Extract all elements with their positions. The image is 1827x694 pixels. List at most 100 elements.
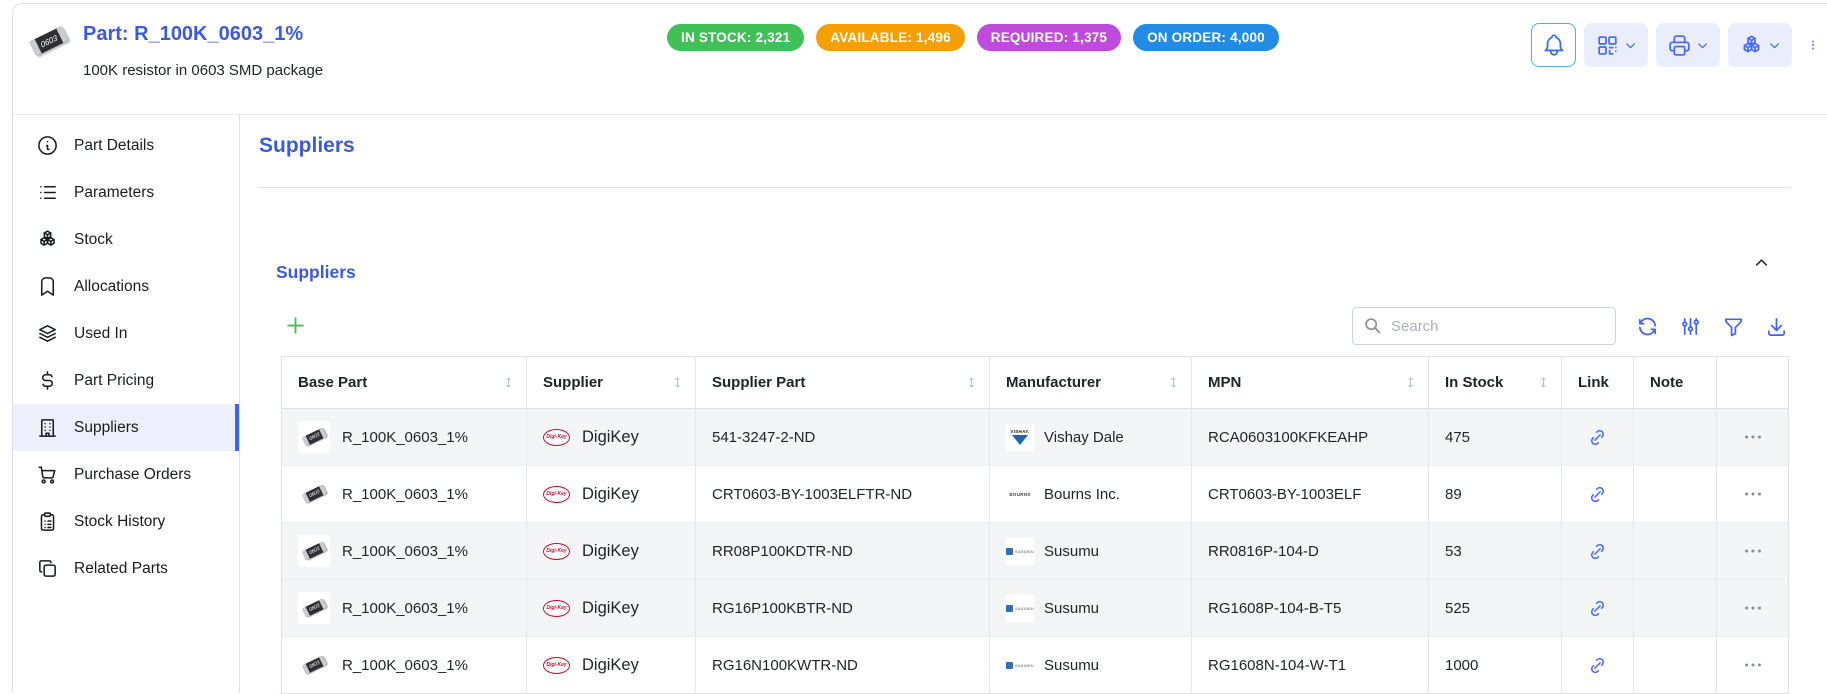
building-icon: [35, 416, 59, 439]
badge-on-order: ON ORDER: 4,000: [1133, 24, 1279, 51]
resistor-package-label: 0603: [308, 432, 320, 443]
column-header-in_stock[interactable]: In Stock: [1429, 357, 1562, 409]
row-actions-button[interactable]: [1736, 425, 1770, 449]
sidebar-item-part-pricing[interactable]: Part Pricing: [13, 357, 239, 404]
table-action-icons: [1636, 315, 1788, 338]
supplier-link[interactable]: [1581, 483, 1614, 506]
filter-button[interactable]: [1722, 315, 1745, 338]
digikey-logo: Digi-Key: [543, 486, 570, 503]
stock-actions-button[interactable]: [1728, 23, 1792, 67]
cell-mpn: RCA0603100KFKEAHP: [1192, 409, 1429, 466]
column-header-supplier_part[interactable]: Supplier Part: [696, 357, 990, 409]
column-header-supplier[interactable]: Supplier: [527, 357, 696, 409]
shopping-cart-icon: [35, 463, 59, 486]
part-thumbnail[interactable]: 0603: [298, 535, 330, 567]
download-button[interactable]: [1765, 315, 1788, 338]
sidebar-item-purchase-orders[interactable]: Purchase Orders: [13, 451, 239, 498]
sidebar-item-stock[interactable]: Stock: [13, 216, 239, 263]
sort-icon: [501, 375, 516, 390]
sort-icon: [1166, 375, 1181, 390]
manufacturer-name: Susumu: [1044, 600, 1099, 617]
cell-manufacturer: susumuSusumu: [990, 580, 1192, 637]
column-label: In Stock: [1445, 374, 1503, 391]
clipboard-list-icon: [35, 510, 59, 533]
qrcode-icon: [1595, 33, 1620, 58]
sidebar-item-parameters[interactable]: Parameters: [13, 169, 239, 216]
part-thumbnail[interactable]: 0603: [298, 592, 330, 624]
table-row[interactable]: 0603R_100K_0603_1%Digi-KeyDigiKeyRG16P10…: [282, 580, 1789, 637]
chevron-down-icon: [1623, 38, 1638, 53]
header-action-buttons: [1531, 23, 1826, 67]
column-header-actions: [1717, 357, 1789, 409]
cell-note: [1634, 580, 1717, 637]
cell-actions: [1717, 580, 1789, 637]
cell-mpn: RG1608P-104-B-T5: [1192, 580, 1429, 637]
supplier-link[interactable]: [1581, 597, 1614, 620]
row-actions-button[interactable]: [1736, 539, 1770, 563]
chevron-down-icon: [1695, 38, 1710, 53]
cell-note: [1634, 523, 1717, 580]
table-row[interactable]: 0603 R_100K_0603_1% Digi-Key DigiKey CRT0603…: [282, 466, 1789, 523]
column-header-base_part[interactable]: Base Part: [282, 357, 527, 409]
cell-in_stock: 89: [1429, 466, 1562, 523]
part-thumbnail[interactable]: 0603: [23, 15, 75, 67]
search-input[interactable]: [1352, 307, 1616, 345]
resistor-package-label: 0603: [308, 603, 320, 614]
toolbar-right-group: [1352, 307, 1788, 345]
column-header-manufacturer[interactable]: Manufacturer: [990, 357, 1192, 409]
sidebar-item-label: Allocations: [74, 278, 149, 296]
supplier-link[interactable]: [1581, 654, 1614, 677]
cell-in_stock: 525: [1429, 580, 1562, 637]
resistor-image: 0603: [301, 484, 326, 503]
cell-supplier_part: CRT0603-BY-1003ELFTR-ND: [696, 466, 990, 523]
column-settings-button[interactable]: [1679, 315, 1702, 338]
bookmark-icon: [35, 275, 59, 298]
plus-icon: [283, 313, 308, 338]
sidebar-item-used-in[interactable]: Used In: [13, 310, 239, 357]
column-header-link: Link: [1562, 357, 1634, 409]
more-actions-button[interactable]: [1800, 23, 1826, 67]
print-actions-button[interactable]: [1656, 23, 1720, 67]
sidebar-item-related-parts[interactable]: Related Parts: [13, 545, 239, 592]
refresh-button[interactable]: [1636, 315, 1659, 338]
table-row[interactable]: 0603R_100K_0603_1%Digi-KeyDigiKey541-324…: [282, 409, 1789, 466]
cell-supplier: Digi-KeyDigiKey: [527, 580, 696, 637]
table-row[interactable]: 0603R_100K_0603_1%Digi-KeyDigiKeyRG16N10…: [282, 637, 1789, 694]
copy-icon: [36, 557, 59, 580]
stack-icon: [36, 322, 59, 345]
cell-supplier: Digi-Key DigiKey: [527, 466, 696, 523]
sidebar-item-suppliers[interactable]: Suppliers: [13, 404, 239, 451]
row-actions-button[interactable]: [1736, 596, 1770, 620]
row-actions-button[interactable]: [1736, 653, 1770, 677]
part-thumbnail[interactable]: 0603: [298, 421, 330, 453]
base-part-name: R_100K_0603_1%: [342, 657, 468, 674]
cell-link: [1562, 523, 1634, 580]
part-thumbnail[interactable]: 0603: [298, 478, 330, 510]
supplier-link[interactable]: [1581, 426, 1614, 449]
notifications-button[interactable]: [1531, 23, 1576, 67]
inventree-part-page: 0603 Part: R_100K_0603_1% 100K resistor …: [0, 0, 1827, 692]
sidebar-item-part-details[interactable]: Part Details: [13, 122, 239, 169]
mpn-value: RG1608N-104-W-T1: [1208, 657, 1346, 674]
column-header-mpn[interactable]: MPN: [1192, 357, 1429, 409]
resistor-package-label: 0603: [40, 33, 59, 49]
in-stock-value: 89: [1445, 486, 1462, 503]
link-icon: [1587, 427, 1608, 448]
mpn-value: RR0816P-104-D: [1208, 543, 1319, 560]
row-actions-button[interactable]: [1736, 482, 1770, 506]
column-label: Supplier Part: [712, 374, 805, 391]
column-label: Base Part: [298, 374, 367, 391]
sidebar-item-stock-history[interactable]: Stock History: [13, 498, 239, 545]
bookmark-icon: [36, 275, 59, 298]
base-part-name: R_100K_0603_1%: [342, 486, 468, 503]
supplier-link[interactable]: [1581, 540, 1614, 563]
collapse-panel-button[interactable]: [1746, 252, 1777, 273]
sidebar-item-allocations[interactable]: Allocations: [13, 263, 239, 310]
resistor-image: 0603: [301, 598, 326, 617]
barcode-actions-button[interactable]: [1584, 23, 1648, 67]
part-thumbnail[interactable]: 0603: [298, 649, 330, 681]
add-supplier-part-button[interactable]: [283, 313, 308, 338]
sort-icon: [1536, 375, 1551, 390]
supplier-name: DigiKey: [582, 485, 639, 504]
table-row[interactable]: 0603R_100K_0603_1%Digi-KeyDigiKeyRR08P10…: [282, 523, 1789, 580]
